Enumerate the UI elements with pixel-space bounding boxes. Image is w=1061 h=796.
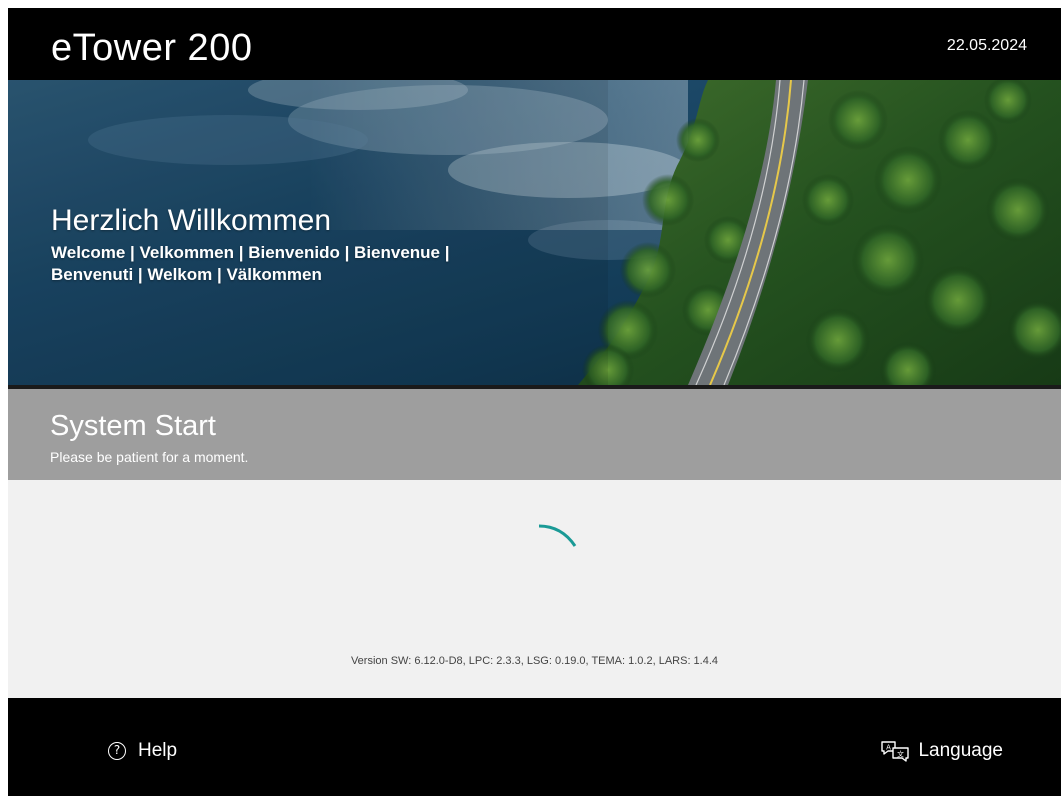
welcome-title: Herzlich Willkommen — [51, 204, 332, 237]
welcome-subtitle: Welcome | Velkommen | Bienvenido | Bienv… — [51, 243, 450, 284]
current-date: 22.05.2024 — [946, 37, 1027, 54]
translate-icon: A 文 — [881, 741, 910, 762]
language-label: Language — [918, 740, 1003, 761]
loading-spinner-icon — [538, 524, 577, 547]
loading-panel: Version SW: 6.12.0-D8, LPC: 2.3.3, LSG: … — [8, 480, 1061, 698]
svg-text:A: A — [887, 744, 892, 752]
language-button[interactable]: A 文 Language — [880, 738, 1003, 764]
help-button[interactable]: ? Help — [108, 738, 177, 764]
svg-text:文: 文 — [897, 750, 904, 759]
question-circle-icon: ? — [108, 742, 126, 760]
status-band: System Start Please be patient for a mom… — [8, 389, 1061, 480]
version-info: Version SW: 6.12.0-D8, LPC: 2.3.3, LSG: … — [350, 655, 719, 667]
welcome-banner: Herzlich Willkommen Welcome | Velkommen … — [8, 80, 1061, 385]
app-screen: eTower 200 22.05.2024 Herzlich Willkomme… — [8, 8, 1061, 796]
status-subtitle: Please be patient for a moment. — [50, 449, 249, 465]
footer-bar: ? Help A 文 Language — [8, 698, 1061, 796]
help-label: Help — [138, 740, 178, 761]
app-title: eTower 200 — [51, 27, 253, 69]
header-bar: eTower 200 22.05.2024 — [8, 8, 1061, 80]
status-title: System Start — [50, 410, 216, 442]
